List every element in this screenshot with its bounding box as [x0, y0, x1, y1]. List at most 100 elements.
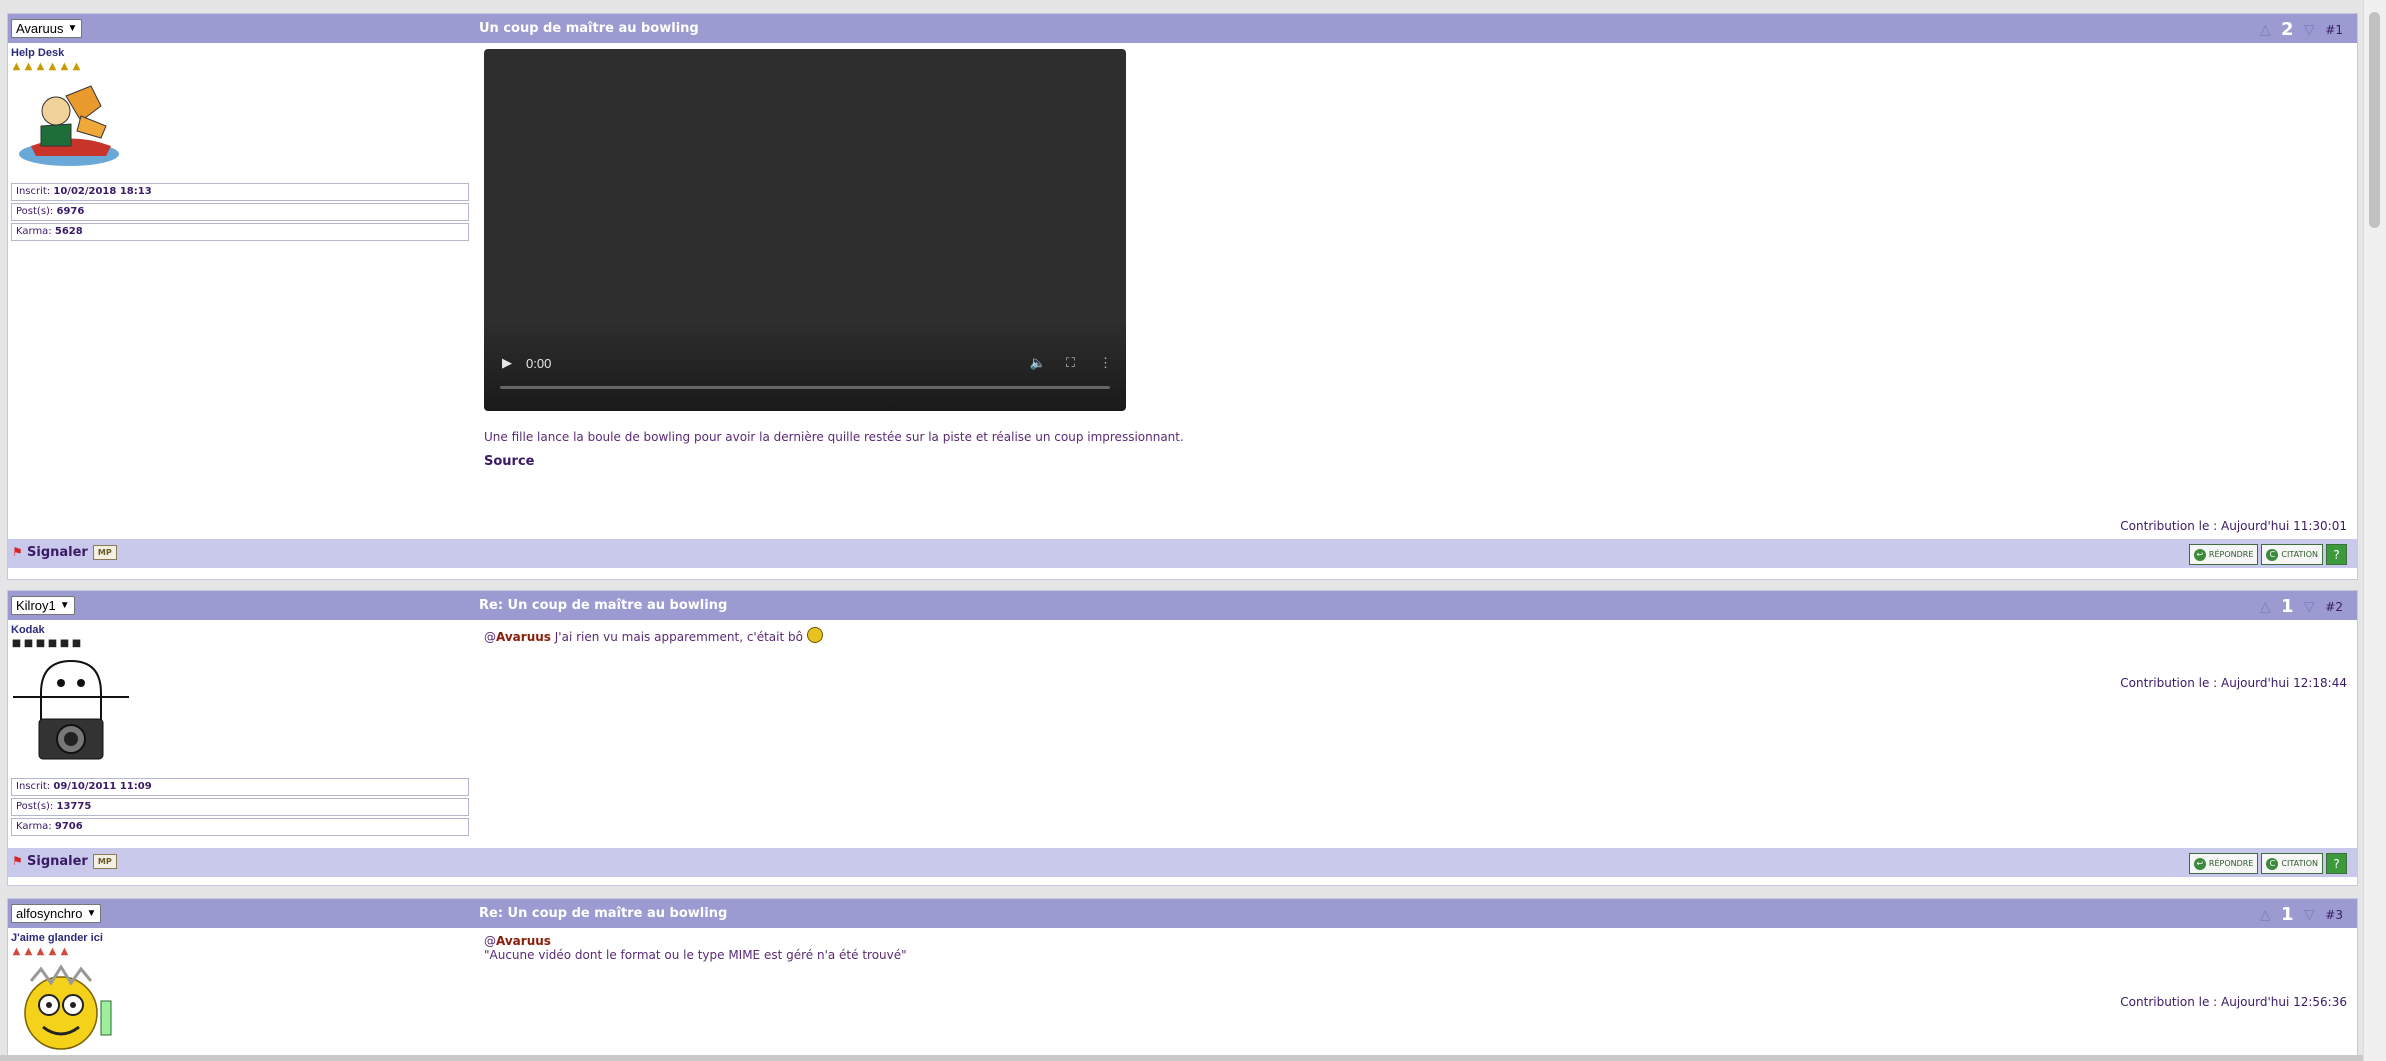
post-content: @Avaruus "Aucune vidéo dont le format ou…	[484, 934, 2347, 962]
quote-icon: C	[2266, 548, 2279, 561]
star-icon: ▲	[48, 61, 57, 72]
post-content: @Avaruus J'ai rien vu mais apparemment, …	[484, 627, 2347, 644]
upvote-icon[interactable]: △	[2255, 599, 2275, 615]
chevron-down-icon: ▼	[67, 23, 78, 34]
author-name: Kilroy1	[16, 598, 56, 613]
post-title: Re: Un coup de maître au bowling	[479, 906, 728, 921]
post-footer: ⚑ Signaler MP ↩ RÉPONDRE C CITATION ?	[8, 539, 2357, 568]
author-select[interactable]: alfosynchro ▼	[11, 904, 102, 923]
post-header: alfosynchro ▼ Re: Un coup de maître au b…	[8, 899, 2357, 928]
post-3: alfosynchro ▼ Re: Un coup de maître au b…	[7, 898, 2358, 1057]
reply-icon: ↩	[2193, 857, 2206, 870]
page-scrollbar[interactable]	[2363, 0, 2386, 1061]
camera-rank-icon: ■	[35, 638, 46, 649]
chevron-down-icon: ▼	[59, 600, 70, 611]
post-1: Avaruus ▼ Un coup de maître au bowling △…	[7, 13, 2358, 580]
posts-row: Post(s): 13775	[11, 798, 469, 816]
flag-icon: ⚑	[12, 854, 23, 868]
video-controls: ▶ 0:00 🔈 ⛶ ⋮	[484, 351, 1126, 375]
avatar	[11, 961, 131, 1057]
post-number-link[interactable]: #2	[2325, 600, 2343, 614]
vote-count: 1	[2281, 596, 2294, 617]
mention-at: @	[484, 934, 496, 948]
quote-button[interactable]: C CITATION	[2261, 544, 2323, 565]
mention-link[interactable]: Avaruus	[496, 934, 551, 948]
more-options-icon[interactable]: ⋮	[1099, 355, 1112, 371]
quoted-text: "Aucune vidéo dont le format ou le type …	[484, 948, 907, 962]
downvote-icon[interactable]: ▽	[2299, 907, 2319, 923]
upvote-icon[interactable]: △	[2255, 22, 2275, 38]
post-footer: ⚑ Signaler MP ↩ RÉPONDRE C CITATION ?	[8, 848, 2357, 877]
play-icon[interactable]: ▶	[502, 355, 512, 371]
scrollbar-thumb[interactable]	[2369, 12, 2380, 228]
video-progress-bar[interactable]	[500, 386, 1110, 389]
rank-stars: ▲ ▲ ▲ ▲ ▲	[11, 946, 473, 957]
user-profile: Help Desk ▲ ▲ ▲ ▲ ▲ ▲ Inscrit: 10/02/2018 18:…	[11, 47, 473, 243]
star-icon: ▲	[72, 61, 81, 72]
user-profile: J'aime glander ici ▲ ▲ ▲ ▲ ▲	[11, 932, 473, 1060]
help-button[interactable]: ?	[2326, 544, 2347, 565]
report-link[interactable]: ⚑ Signaler MP	[12, 854, 117, 869]
downvote-icon[interactable]: ▽	[2299, 22, 2319, 38]
vote-widget: △ 2 ▽ #1	[2255, 19, 2343, 40]
private-message-icon[interactable]: MP	[92, 854, 117, 869]
volume-icon[interactable]: 🔈	[1030, 355, 1046, 371]
author-name: alfosynchro	[16, 906, 83, 921]
camera-rank-icon: ■	[23, 638, 34, 649]
vote-count: 2	[2281, 19, 2294, 40]
rank-stars: ■ ■ ■ ■ ■ ■	[11, 638, 473, 649]
camera-rank-icon: ■	[11, 638, 22, 649]
rank-icon: ▲	[36, 946, 45, 957]
downvote-icon[interactable]: ▽	[2299, 599, 2319, 615]
post-number-link[interactable]: #1	[2325, 23, 2343, 37]
source-link[interactable]: Source	[484, 454, 2347, 469]
post-actions: ↩ RÉPONDRE C CITATION ?	[2188, 853, 2347, 874]
reply-button[interactable]: ↩ RÉPONDRE	[2188, 853, 2259, 874]
private-message-icon[interactable]: MP	[92, 545, 117, 560]
registered-row: Inscrit: 09/10/2011 11:09	[11, 778, 469, 796]
registered-row: Inscrit: 10/02/2018 18:13	[11, 183, 469, 201]
vote-count: 1	[2281, 904, 2294, 925]
user-rank: Help Desk	[11, 47, 65, 59]
help-button[interactable]: ?	[2326, 853, 2347, 874]
report-link[interactable]: ⚑ Signaler MP	[12, 545, 117, 560]
report-label: Signaler	[27, 545, 88, 560]
mention-at: @	[484, 630, 496, 644]
post-text: Une fille lance la boule de bowling pour…	[484, 430, 1184, 444]
post-2: Kilroy1 ▼ Re: Un coup de maître au bowli…	[7, 590, 2358, 886]
vote-widget: △ 1 ▽ #2	[2255, 596, 2343, 617]
user-rank: Kodak	[11, 624, 45, 636]
star-icon: ▲	[60, 61, 69, 72]
post-date: Contribution le : Aujourd'hui 11:30:01	[2120, 519, 2347, 533]
reply-button[interactable]: ↩ RÉPONDRE	[2188, 544, 2259, 565]
post-content: ▶ 0:00 🔈 ⛶ ⋮ Une fille lance la boule de…	[484, 49, 2347, 469]
upvote-icon[interactable]: △	[2255, 907, 2275, 923]
rank-stars: ▲ ▲ ▲ ▲ ▲ ▲	[11, 61, 473, 72]
mention-link[interactable]: Avaruus	[496, 630, 551, 644]
post-date: Contribution le : Aujourd'hui 12:56:36	[2120, 995, 2347, 1009]
fullscreen-icon[interactable]: ⛶	[1066, 355, 1075, 371]
report-label: Signaler	[27, 854, 88, 869]
video-player[interactable]: ▶ 0:00 🔈 ⛶ ⋮	[484, 49, 1126, 411]
bottom-edge	[0, 1055, 2364, 1061]
camera-rank-icon: ■	[47, 638, 58, 649]
author-select[interactable]: Avaruus ▼	[11, 19, 83, 38]
quote-icon: C	[2266, 857, 2279, 870]
post-header: Kilroy1 ▼ Re: Un coup de maître au bowli…	[8, 591, 2357, 620]
author-name: Avaruus	[16, 21, 64, 36]
post-text: J'ai rien vu mais apparemment, c'était b…	[550, 630, 807, 644]
video-time: 0:00	[526, 355, 552, 371]
author-select[interactable]: Kilroy1 ▼	[11, 596, 75, 615]
star-icon: ▲	[36, 61, 45, 72]
avatar	[11, 76, 131, 172]
reply-icon: ↩	[2193, 548, 2206, 561]
user-info: Inscrit: 09/10/2011 11:09 Post(s): 13775…	[11, 778, 469, 836]
posts-row: Post(s): 6976	[11, 203, 469, 221]
post-number-link[interactable]: #3	[2325, 908, 2343, 922]
star-icon: ▲	[24, 61, 33, 72]
rank-icon: ▲	[60, 946, 69, 957]
star-icon: ▲	[12, 61, 21, 72]
user-profile: Kodak ■ ■ ■ ■ ■ ■ Inscrit: 09/10/2011 11:09 P…	[11, 624, 473, 838]
rank-icon: ▲	[12, 946, 21, 957]
quote-button[interactable]: C CITATION	[2261, 853, 2323, 874]
